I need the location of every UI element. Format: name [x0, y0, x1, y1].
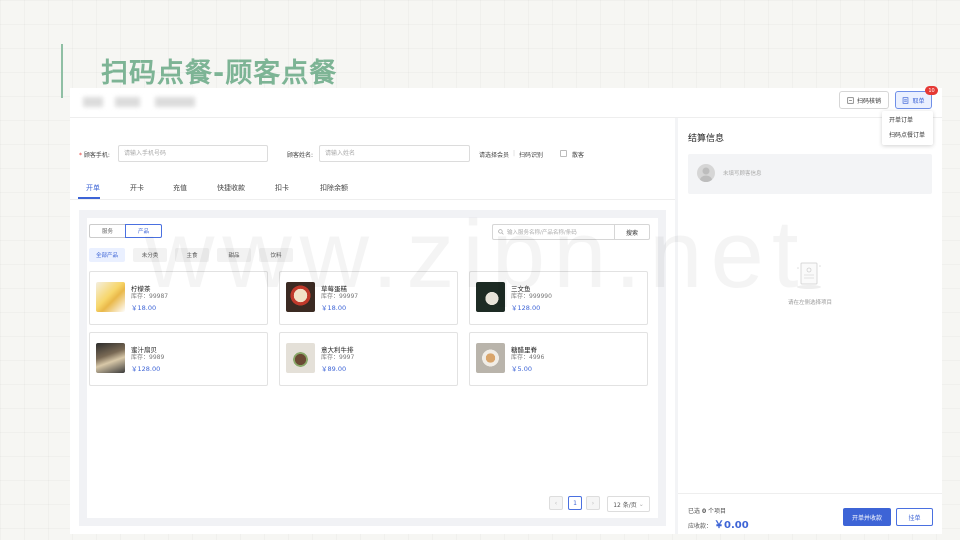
product-card[interactable]: 柠檬茶 库存：99987 ￥18.00 — [89, 271, 268, 325]
empty-list-icon — [797, 262, 821, 289]
product-image — [286, 343, 315, 373]
tab-balance-deduct[interactable]: 扣除余额 — [320, 183, 348, 193]
form-divider: | — [513, 150, 516, 157]
product-stock: 库存：99997 — [321, 293, 359, 300]
category-drinks[interactable]: 饮料 — [259, 248, 293, 262]
blurred-store-name — [115, 97, 140, 107]
product-price: ￥5.00 — [511, 365, 532, 373]
top-bar: 扫码核销 取单 10 — [70, 86, 942, 118]
app-window: 扫码核销 取单 10 开单订单 扫码点餐订单 * 顾客手机: 请输入手机号码 顾… — [70, 86, 942, 534]
product-stock: 库存：9989 — [131, 354, 165, 361]
product-card[interactable]: 意大利牛排 库存：9997 ￥89.00 — [279, 332, 458, 386]
page-size-value: 12 条/页 — [613, 501, 637, 509]
checkout-panel: 结算信息 未填写顾客信息 请在左侧选择项目 已选 0 个项目 应收款： ￥0.0… — [678, 118, 942, 534]
chevron-down-icon: ⌄ — [638, 500, 644, 508]
customer-placeholder: 未填写顾客信息 — [723, 171, 762, 177]
dropdown-item-open-orders[interactable]: 开单订单 — [882, 113, 933, 128]
selected-count: 0 — [701, 508, 707, 515]
phone-label: * 顾客手机: — [79, 152, 110, 159]
product-image — [476, 282, 505, 312]
search-button[interactable]: 搜索 — [614, 224, 650, 240]
product-stock: 库存：99987 — [131, 293, 169, 300]
product-image — [96, 343, 125, 373]
customer-form: * 顾客手机: 请输入手机号码 顾客姓名: 请输入姓名 请选择会员 | 扫码识别… — [79, 145, 675, 163]
amount-due: 应收款： ￥0.00 — [688, 516, 749, 531]
prev-page-button[interactable]: ‹ — [549, 496, 563, 510]
checkout-button[interactable]: 开单并收款 — [843, 508, 891, 526]
product-price: ￥18.00 — [131, 304, 157, 312]
search-placeholder: 输入服务名称/产品名称/条码 — [507, 230, 577, 236]
tab-divider — [70, 199, 675, 200]
tab-card-deduct[interactable]: 扣卡 — [275, 183, 289, 193]
customer-info-box: 未填写顾客信息 — [688, 154, 932, 194]
checkout-divider — [678, 493, 942, 494]
product-search-input[interactable]: 输入服务名称/产品名称/条码 — [492, 224, 615, 240]
phone-input[interactable]: 请输入手机号码 — [118, 145, 268, 162]
title-accent-bar — [61, 44, 63, 98]
scan-identify-link[interactable]: 扫码识别 — [519, 150, 543, 159]
product-stock: 库存：9997 — [321, 354, 355, 361]
hold-order-button[interactable]: 挂单 — [896, 508, 933, 526]
category-all[interactable]: 全部产品 — [89, 248, 125, 262]
takeout-label: 取单 — [912, 97, 925, 105]
anonymous-checkbox[interactable] — [560, 150, 567, 157]
catalog-panel: 服务 产品 输入服务名称/产品名称/条码 搜索 全部产品 未分类 主食 甜品 饮… — [79, 210, 666, 526]
name-label: 顾客姓名: — [287, 152, 314, 159]
slide-title: 扫码点餐-顾客点餐 — [101, 58, 338, 89]
page-size-select[interactable]: 12 条/页 ⌄ — [607, 496, 650, 512]
product-card[interactable]: 三文鱼 库存：999990 ￥128.00 — [469, 271, 648, 325]
product-stock: 库存：4996 — [511, 354, 545, 361]
amount-due-value: ￥0.00 — [714, 520, 749, 531]
name-input[interactable]: 请输入姓名 — [319, 145, 470, 162]
next-page-button[interactable]: › — [586, 496, 600, 510]
product-price: ￥18.00 — [321, 304, 347, 312]
product-image — [476, 343, 505, 373]
avatar — [697, 164, 715, 182]
order-icon — [903, 96, 909, 104]
product-image — [286, 282, 315, 312]
product-image — [96, 282, 125, 312]
product-price: ￥128.00 — [131, 365, 161, 373]
product-price: ￥89.00 — [321, 365, 347, 373]
product-card[interactable]: 糖醋里脊 库存：4996 ￥5.00 — [469, 332, 648, 386]
order-panel: * 顾客手机: 请输入手机号码 顾客姓名: 请输入姓名 请选择会员 | 扫码识别… — [70, 118, 675, 534]
chevron-right-icon: › — [591, 499, 595, 507]
empty-hint: 请在左侧选择项目 — [787, 300, 832, 306]
tab-open-order[interactable]: 开单 — [86, 183, 100, 193]
member-select-label[interactable]: 请选择会员 — [479, 150, 509, 159]
tab-recharge[interactable]: 充值 — [173, 183, 187, 193]
tab-quick-payment[interactable]: 快捷收款 — [217, 183, 245, 193]
anonymous-label: 散客 — [572, 152, 585, 159]
category-uncategorized[interactable]: 未分类 — [133, 248, 167, 262]
takeout-count-badge: 10 — [925, 86, 938, 95]
scan-verify-button[interactable]: 扫码核销 — [839, 91, 889, 109]
chevron-left-icon: ‹ — [554, 499, 558, 507]
product-price: ￥128.00 — [511, 304, 541, 312]
blurred-user-info — [155, 97, 195, 107]
toggle-service[interactable]: 服务 — [89, 224, 126, 238]
category-staple[interactable]: 主食 — [175, 248, 209, 262]
tab-open-card[interactable]: 开卡 — [130, 183, 144, 193]
scan-icon — [847, 96, 854, 104]
scan-verify-label: 扫码核销 — [856, 97, 881, 105]
toggle-product[interactable]: 产品 — [125, 224, 162, 238]
page-number-current[interactable]: 1 — [568, 496, 582, 510]
amount-due-label: 应收款： — [688, 523, 713, 530]
blurred-logo — [83, 97, 103, 107]
product-card[interactable]: 蜜汁扇贝 库存：9989 ￥128.00 — [89, 332, 268, 386]
category-dessert[interactable]: 甜品 — [217, 248, 251, 262]
selected-count-text: 已选 0 个项目 — [688, 508, 727, 515]
product-stock: 库存：999990 — [511, 293, 552, 300]
dropdown-item-scan-orders[interactable]: 扫码点餐订单 — [882, 128, 933, 143]
takeout-dropdown-menu: 开单订单 扫码点餐订单 — [882, 111, 933, 145]
search-icon — [498, 229, 504, 235]
checkout-title: 结算信息 — [688, 134, 725, 144]
product-card[interactable]: 草莓蛋糕 库存：99997 ￥18.00 — [279, 271, 458, 325]
